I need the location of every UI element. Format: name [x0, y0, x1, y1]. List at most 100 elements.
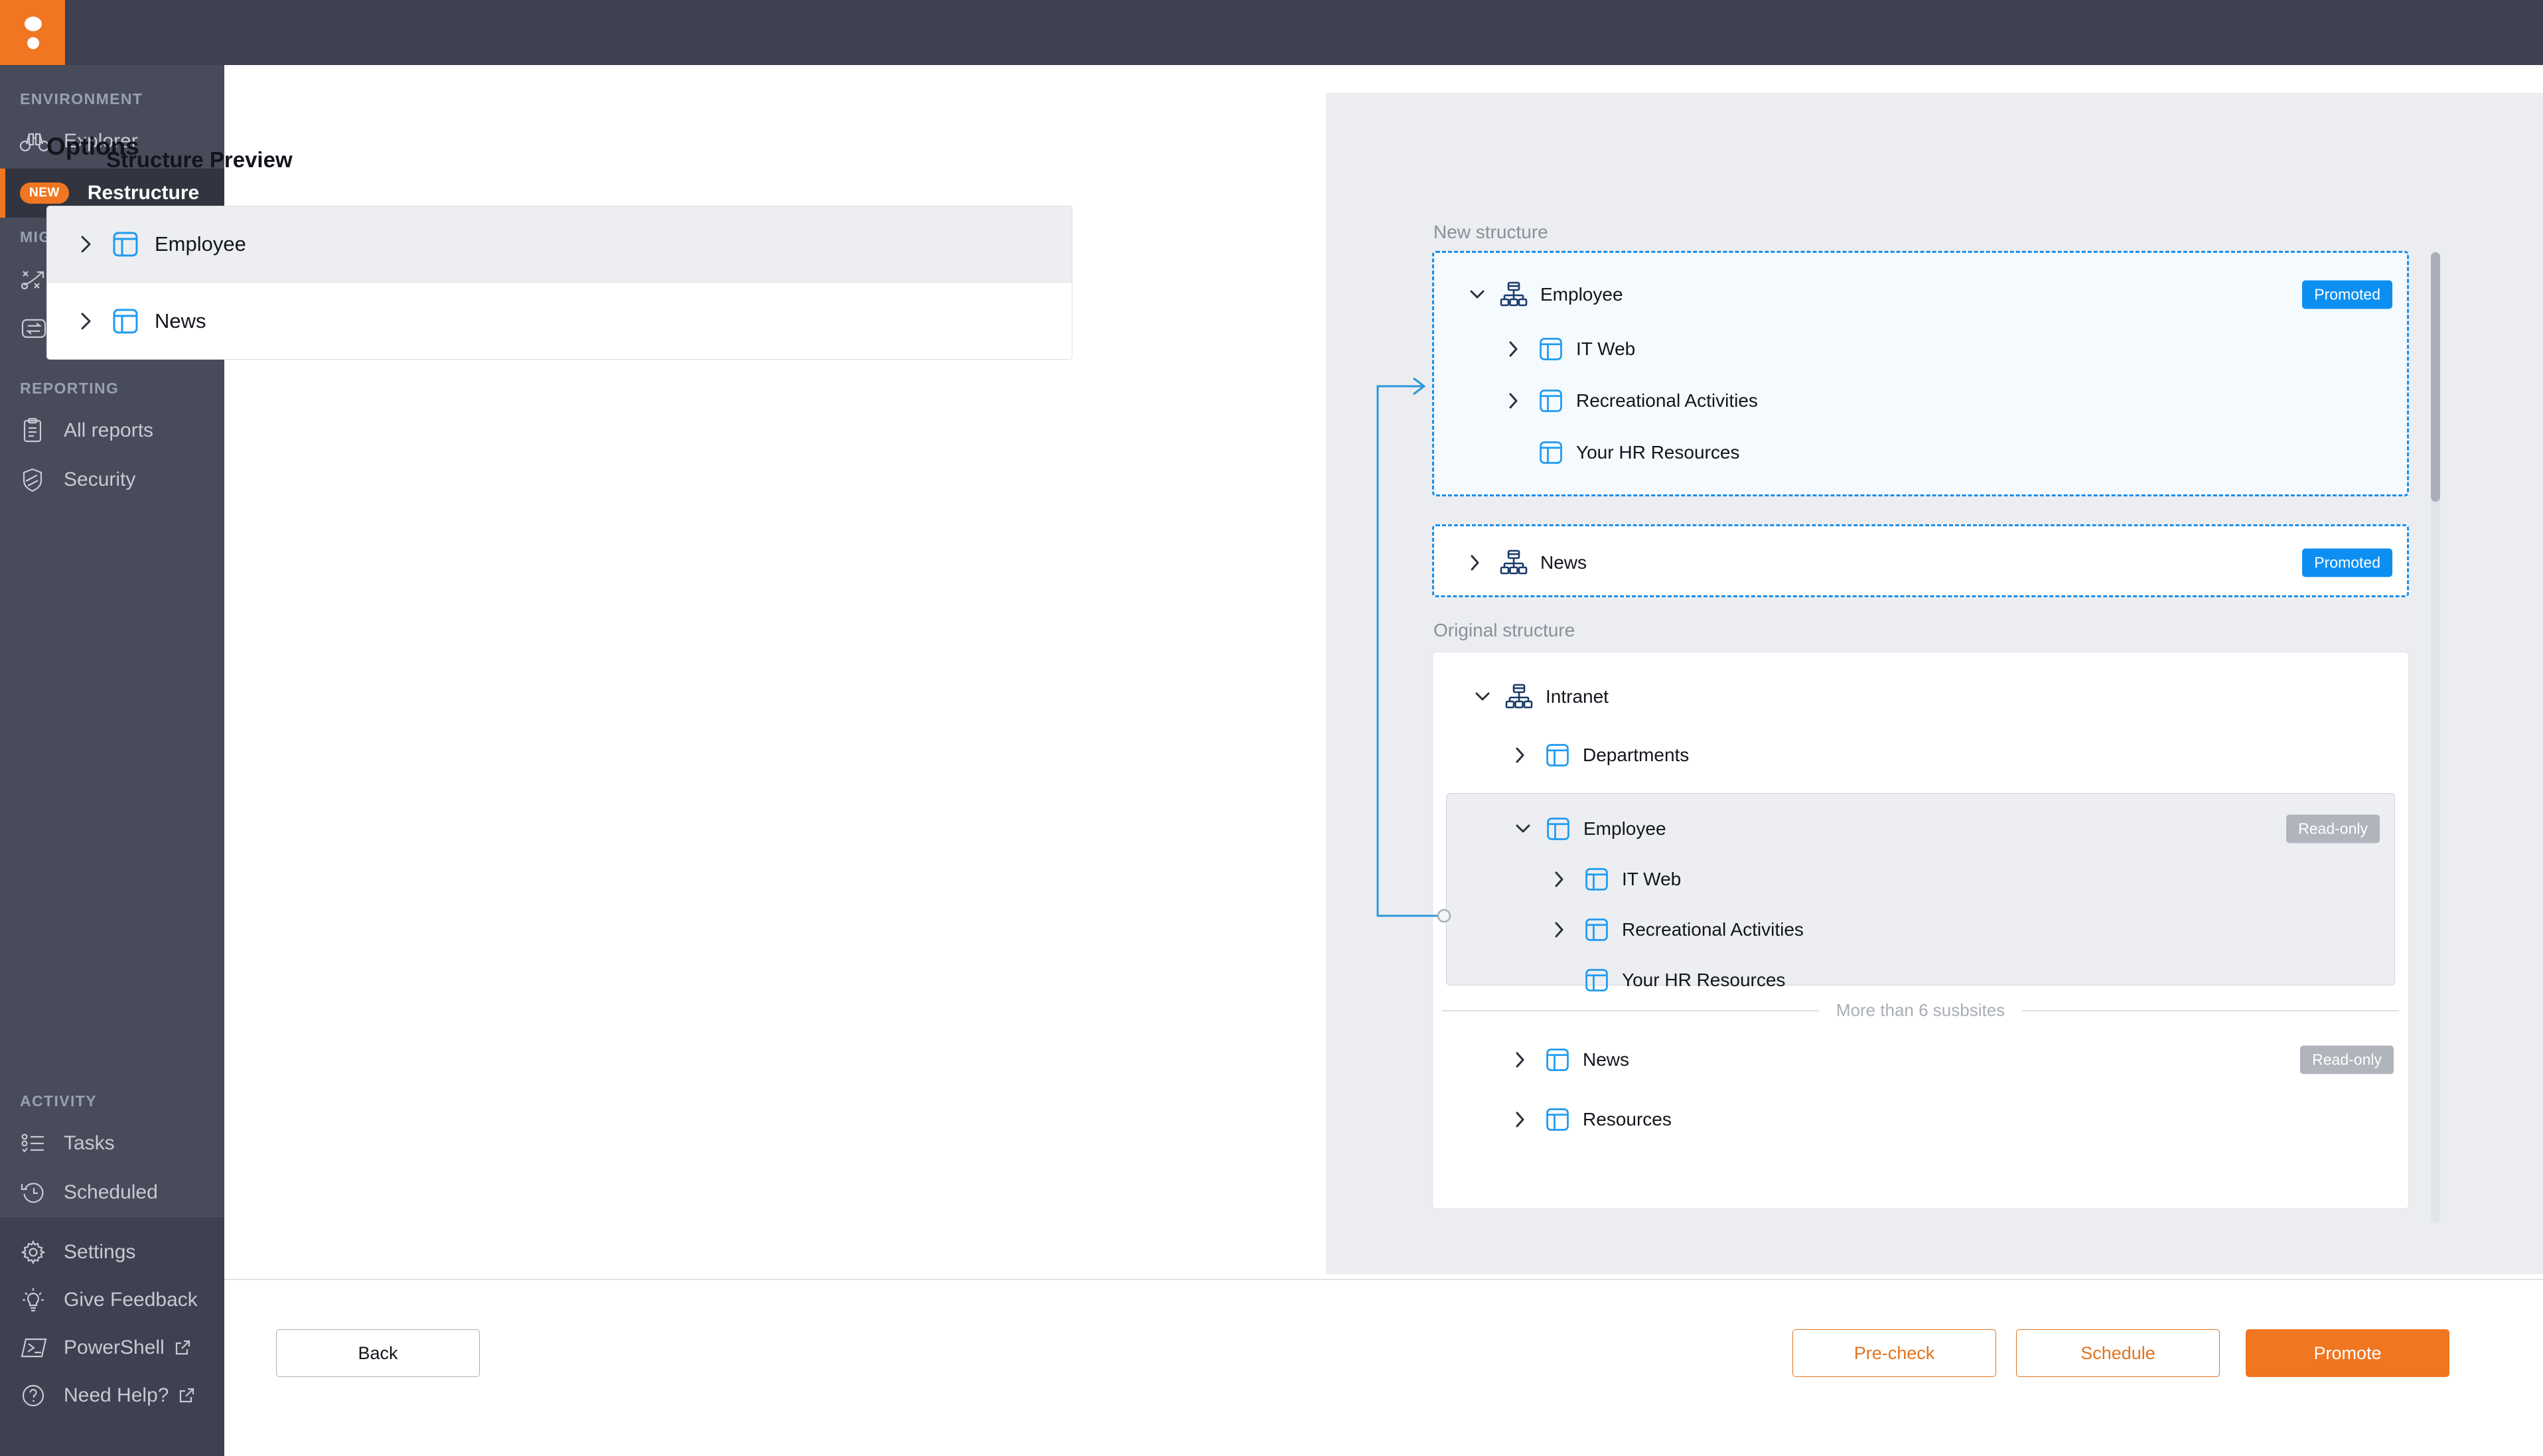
sidebar-item-scheduled[interactable]: Scheduled [0, 1168, 224, 1217]
tree-node-it-web[interactable]: IT Web [1434, 328, 2407, 370]
chevron-down-icon[interactable] [1469, 288, 1499, 301]
list-item-label: News [155, 309, 206, 332]
chevron-right-icon[interactable] [1507, 340, 1538, 358]
gear-icon [20, 1238, 54, 1267]
list-item-label: Employee [155, 232, 246, 255]
sidebar-item-powershell[interactable]: PowerShell [0, 1323, 224, 1372]
original-structure-label: Original structure [1433, 620, 1575, 640]
sidebar-item-label: PowerShell [64, 1337, 165, 1358]
site-icon [111, 307, 140, 336]
site-icon [1545, 816, 1571, 842]
sidebar-item-label: All reports [64, 419, 154, 441]
tree-node-employee[interactable]: Employee Promoted [1434, 274, 2407, 315]
more-subsites-note: More than 6 susbsites [1836, 1000, 2005, 1020]
tree-node-news[interactable]: News Read-only [1433, 1039, 2408, 1080]
sidebar-item-need-help[interactable]: Need Help? [0, 1371, 224, 1420]
tree-node-recreational-activities[interactable]: Recreational Activities [1447, 909, 2394, 950]
shield-icon [20, 465, 54, 494]
app-logo[interactable] [0, 0, 65, 65]
tree-node-label: News [1540, 552, 1587, 573]
tree-node-label: News [1583, 1049, 1630, 1070]
site-collection-icon [1504, 682, 1534, 711]
divider-line-left [1442, 1009, 1819, 1011]
new-structure-employee-card[interactable]: Employee Promoted IT Web Recreational Ac… [1432, 251, 2409, 496]
question-circle-icon [20, 1381, 54, 1410]
status-badge: Promoted [2302, 280, 2392, 309]
logo-dot-large [25, 17, 42, 31]
chevron-right-icon[interactable] [1514, 746, 1544, 764]
list-item[interactable]: Employee [47, 206, 1072, 283]
tree-node-your-hr-resources[interactable]: Your HR Resources [1434, 432, 2407, 473]
chevron-right-icon[interactable] [1553, 870, 1583, 889]
tree-node-employee[interactable]: Employee Read-only [1447, 808, 2394, 849]
options-list: Employee News [46, 206, 1072, 360]
site-icon [1538, 388, 1564, 414]
site-icon [1583, 916, 1610, 943]
new-structure-news-card[interactable]: News Promoted [1432, 524, 2409, 597]
sidebar-section-activity: ACTIVITY [20, 1092, 97, 1110]
sidebar-item-label: Need Help? [64, 1384, 169, 1406]
site-icon [111, 230, 140, 259]
chevron-right-icon[interactable] [79, 234, 111, 254]
sidebar-section-reporting: REPORTING [20, 380, 119, 397]
site-icon [1544, 742, 1571, 768]
back-button[interactable]: Back [276, 1329, 480, 1377]
task-list-icon [20, 1129, 54, 1158]
external-link-icon [178, 1387, 195, 1404]
preview-scrollbar-thumb[interactable] [2431, 252, 2440, 502]
chevron-right-icon[interactable] [1514, 1051, 1544, 1069]
tree-node-label: Recreational Activities [1576, 390, 1758, 411]
site-icon [1544, 1106, 1571, 1133]
site-icon [1583, 866, 1610, 893]
tree-node-label: IT Web [1622, 869, 1682, 889]
clock-history-icon [20, 1178, 54, 1207]
tree-node-your-hr-resources[interactable]: Your HR Resources [1447, 960, 2394, 1001]
tree-node-label: Intranet [1546, 686, 1609, 707]
chevron-right-icon[interactable] [1514, 1110, 1544, 1129]
logo-dot-small [27, 37, 39, 49]
sidebar-item-settings[interactable]: Settings [0, 1228, 224, 1277]
status-badge: Read-only [2300, 1045, 2394, 1074]
sidebar-item-label: Tasks [64, 1132, 115, 1154]
chevron-right-icon[interactable] [79, 311, 111, 331]
sidebar-item-tasks[interactable]: Tasks [0, 1119, 224, 1168]
original-structure-card[interactable]: Intranet Departments Employee Read-only [1432, 652, 2409, 1209]
sidebar-section-environment: ENVIRONMENT [20, 90, 143, 108]
powershell-icon [20, 1333, 54, 1362]
site-icon [1538, 336, 1564, 362]
footer-bar: Back Pre-check Schedule Promote [224, 1280, 2543, 1456]
tree-node-label: Resources [1583, 1109, 1672, 1129]
schedule-button[interactable]: Schedule [2016, 1329, 2220, 1377]
chevron-down-icon[interactable] [1474, 690, 1504, 703]
sidebar-item-label: Scheduled [64, 1181, 158, 1203]
tree-node-label: Employee [1583, 818, 1666, 839]
chevron-right-icon[interactable] [1507, 392, 1538, 410]
promote-button[interactable]: Promote [2246, 1329, 2449, 1377]
tree-node-news[interactable]: News Promoted [1434, 542, 2407, 583]
tree-node-it-web[interactable]: IT Web [1447, 859, 2394, 900]
status-badge: Promoted [2302, 548, 2392, 577]
pre-check-button[interactable]: Pre-check [1792, 1329, 1996, 1377]
structure-preview-title: Structure Preview [106, 147, 293, 172]
sidebar-item-label: Security [64, 469, 136, 490]
site-icon [1538, 439, 1564, 466]
chevron-right-icon[interactable] [1553, 920, 1583, 939]
status-badge: Read-only [2286, 814, 2380, 843]
tree-node-departments[interactable]: Departments [1433, 735, 2408, 776]
site-collection-icon [1499, 280, 1528, 309]
more-subsites-divider: More than 6 susbsites [1433, 1000, 2408, 1021]
tree-node-resources[interactable]: Resources [1433, 1099, 2408, 1140]
chevron-down-icon[interactable] [1514, 822, 1545, 836]
original-employee-subtree[interactable]: Employee Read-only IT Web Recreational A… [1446, 793, 2395, 991]
site-collection-icon [1499, 548, 1528, 577]
clipboard-icon [20, 416, 54, 445]
sidebar-item-all-reports[interactable]: All reports [0, 406, 224, 455]
sidebar-item-security[interactable]: Security [0, 455, 224, 504]
sidebar-item-label: Give Feedback [64, 1289, 198, 1311]
sidebar-item-give-feedback[interactable]: Give Feedback [0, 1275, 224, 1325]
tree-node-recreational-activities[interactable]: Recreational Activities [1434, 380, 2407, 421]
new-badge: NEW [20, 182, 69, 204]
tree-node-intranet[interactable]: Intranet [1433, 676, 2408, 717]
chevron-right-icon[interactable] [1469, 553, 1499, 572]
list-item[interactable]: News [47, 283, 1072, 359]
